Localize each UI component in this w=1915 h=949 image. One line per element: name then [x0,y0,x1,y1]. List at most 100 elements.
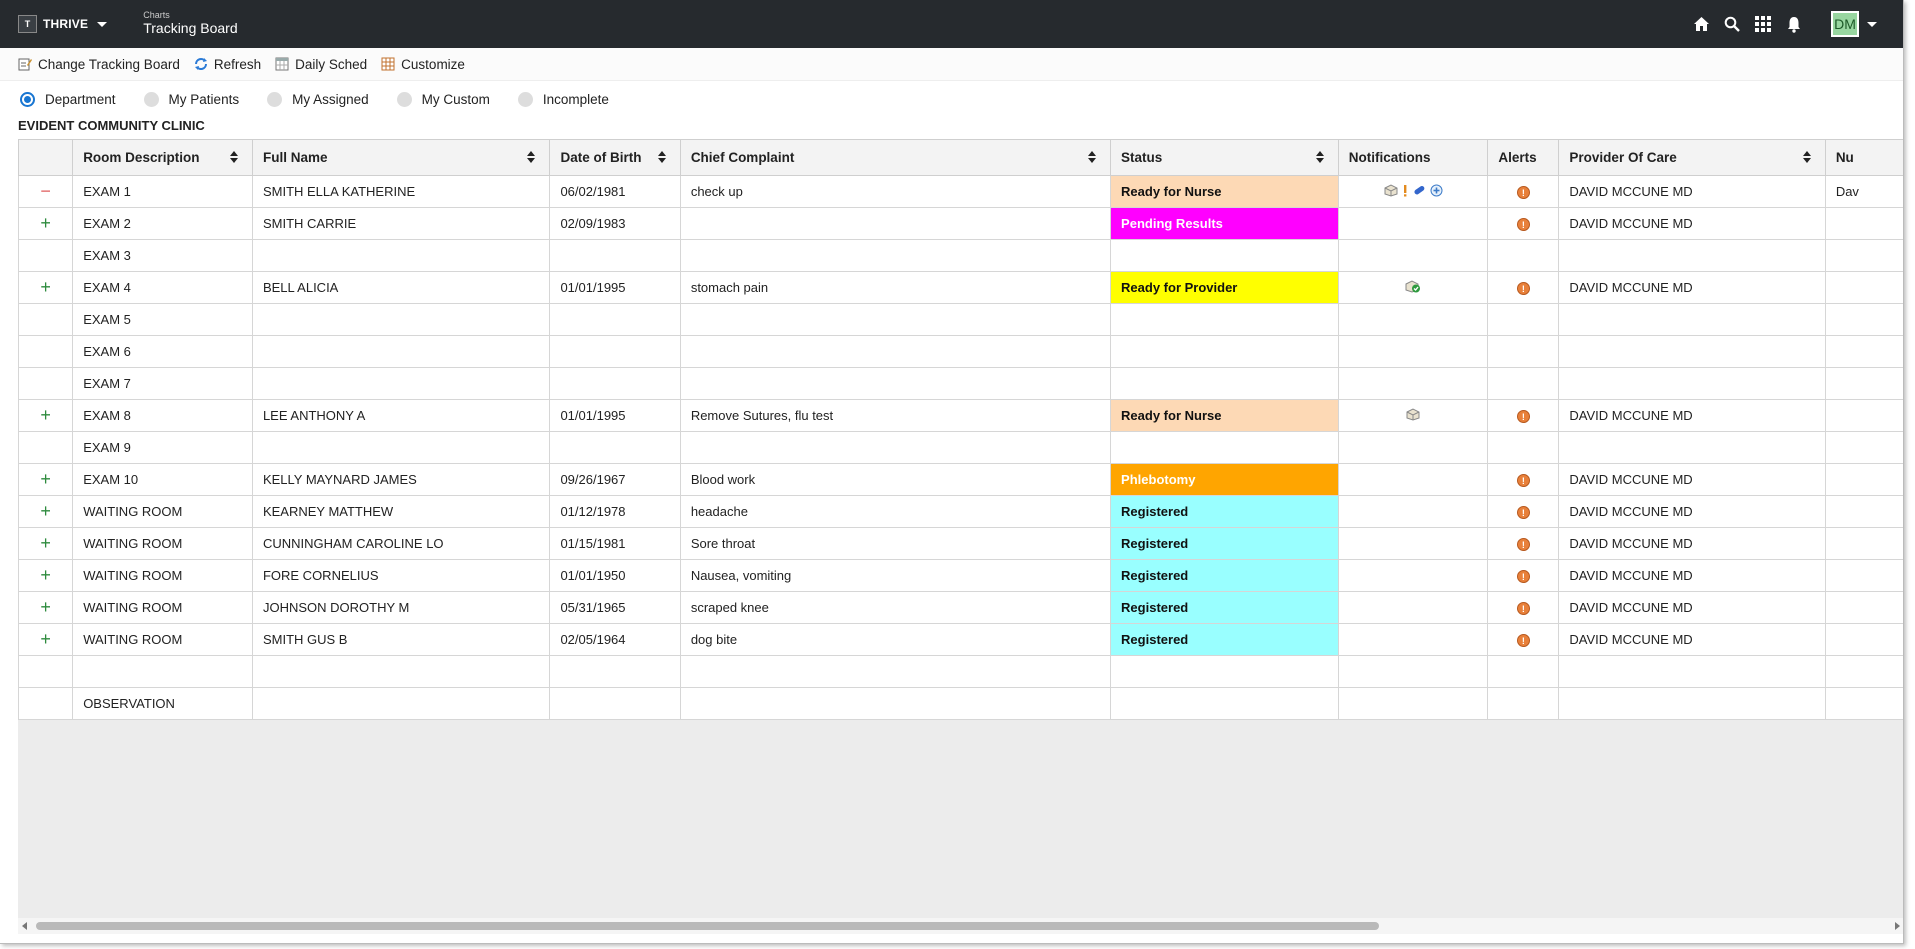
table-row[interactable]: + WAITING ROOM JOHNSON DOROTHY M 05/31/1965… [18,591,1903,624]
expander-cell[interactable]: + [18,559,74,592]
sort-icon[interactable] [657,151,666,163]
alert-icon[interactable]: ! [1516,410,1530,423]
expander-cell[interactable]: + [18,495,74,528]
expand-plus-icon[interactable]: + [40,277,51,297]
scrollbar-thumb[interactable] [36,922,1379,930]
box-icon[interactable] [1406,408,1420,424]
customize-button[interactable]: Customize [381,57,465,72]
expander-cell[interactable]: + [18,463,74,496]
room-cell: EXAM 10 [72,463,253,496]
notifications-cell [1337,687,1489,720]
table-row[interactable]: + WAITING ROOM FORE CORNELIUS 01/01/1950 Nau… [18,559,1903,592]
table-row[interactable]: + EXAM 2 SMITH CARRIE 02/09/1983 Pending Res… [18,207,1903,240]
refresh-button[interactable]: Refresh [194,57,261,72]
provider-cell: DAVID MCCUNE MD [1558,623,1826,656]
expand-plus-icon[interactable]: + [40,469,51,489]
expand-plus-icon[interactable]: + [40,405,51,425]
pill-icon[interactable] [1412,184,1426,200]
provider-cell [1558,431,1826,464]
alert-icon[interactable]: ! [1516,570,1530,583]
column-header-nu[interactable]: Nu [1824,139,1903,176]
table-row[interactable]: EXAM 5 [18,303,1903,336]
column-header-full-name[interactable]: Full Name [251,139,551,176]
filter-radio-my-assigned[interactable]: My Assigned [267,91,369,107]
column-header-alerts[interactable]: Alerts [1487,139,1560,176]
search-icon[interactable] [1721,13,1743,35]
table-row[interactable]: + WAITING ROOM KEARNEY MATTHEW 01/12/1978 he… [18,495,1903,528]
expand-plus-icon[interactable]: + [40,597,51,617]
table-row[interactable]: + EXAM 10 KELLY MAYNARD JAMES 09/26/1967 Blo… [18,463,1903,496]
filter-radio-my-custom[interactable]: My Custom [396,91,490,107]
expander-cell[interactable]: + [18,271,74,304]
alert-icon[interactable]: ! [1516,538,1530,551]
expand-plus-icon[interactable]: + [40,213,51,233]
column-header-room-description[interactable]: Room Description [72,139,253,176]
scroll-right-icon[interactable] [1895,922,1900,930]
scroll-left-icon[interactable] [22,922,27,930]
filter-radio-my-patients[interactable]: My Patients [143,91,239,107]
table-row[interactable]: + EXAM 8 LEE ANTHONY A 01/01/1995 Remove Sut… [18,399,1903,432]
filter-radio-incomplete[interactable]: Incomplete [517,91,609,107]
expand-plus-icon[interactable]: + [40,501,51,521]
expander-cell[interactable]: − [18,175,74,208]
brand-menu[interactable]: T THRIVE [18,15,108,33]
alert-icon[interactable]: ! [1516,506,1530,519]
alert-icon[interactable]: ! [1516,282,1530,295]
plus-circle-icon[interactable] [1430,184,1443,200]
filter-radio-department[interactable]: Department [20,91,116,107]
table-row[interactable]: OBSERVATION [18,687,1903,720]
table-row[interactable]: EXAM 7 [18,367,1903,400]
table-row[interactable]: + WAITING ROOM CUNNINGHAM CAROLINE LO 01/15… [18,527,1903,560]
expander-cell[interactable]: + [18,623,74,656]
column-header-provider-of-care[interactable]: Provider Of Care [1558,139,1826,176]
expander-cell [18,239,74,272]
table-row[interactable]: + WAITING ROOM SMITH GUS B 02/05/1964 dog bi… [18,623,1903,656]
brand-name: THRIVE [43,17,89,31]
table-row[interactable]: EXAM 9 [18,431,1903,464]
expand-plus-icon[interactable]: + [40,533,51,553]
exclaim-icon[interactable] [1402,184,1408,200]
avatar[interactable]: DM [1831,11,1859,37]
table-row[interactable]: EXAM 6 [18,335,1903,368]
sort-icon[interactable] [1802,151,1811,163]
box-icon[interactable] [1384,184,1398,200]
expand-plus-icon[interactable]: + [40,629,51,649]
bell-icon[interactable] [1783,13,1805,35]
table-row[interactable]: − EXAM 1 SMITH ELLA KATHERINE 06/02/1981 che… [18,175,1903,208]
horizontal-scrollbar[interactable] [18,918,1903,934]
expander-cell[interactable]: + [18,207,74,240]
chevron-down-icon[interactable] [1867,21,1877,27]
sort-icon[interactable] [1315,151,1324,163]
change-tracking-board-button[interactable]: Change Tracking Board [18,57,180,72]
table-row[interactable]: EXAM 3 [18,239,1903,272]
check-box-icon[interactable] [1405,280,1421,296]
expander-cell[interactable]: + [18,399,74,432]
column-header-status[interactable]: Status [1110,139,1339,176]
filter-radio-label: My Custom [421,91,490,107]
sort-icon[interactable] [229,151,238,163]
home-icon[interactable] [1690,13,1712,35]
expander-cell[interactable]: + [18,527,74,560]
column-header-chief-complaint[interactable]: Chief Complaint [679,139,1112,176]
expander-cell[interactable]: + [18,591,74,624]
column-header-date-of-birth[interactable]: Date of Birth [549,139,681,176]
complaint-cell: stomach pain [679,271,1112,304]
column-header-notifications[interactable]: Notifications [1337,139,1489,176]
expand-plus-icon[interactable]: + [40,565,51,585]
nu-cell [1824,559,1903,592]
name-cell: JOHNSON DOROTHY M [251,591,551,624]
table-row[interactable]: + EXAM 4 BELL ALICIA 01/01/1995 stomach pain… [18,271,1903,304]
apps-grid-icon[interactable] [1752,13,1774,35]
table-row[interactable] [18,655,1903,688]
alert-icon[interactable]: ! [1516,474,1530,487]
grid-customize-icon [381,57,395,71]
chevron-down-icon [97,21,108,27]
sort-icon[interactable] [527,151,536,163]
daily-sched-button[interactable]: Daily Sched [275,57,367,72]
alert-icon[interactable]: ! [1516,634,1530,647]
sort-icon[interactable] [1088,151,1097,163]
alert-icon[interactable]: ! [1516,218,1530,231]
alert-icon[interactable]: ! [1516,602,1530,615]
alert-icon[interactable]: ! [1516,186,1530,199]
collapse-minus-icon[interactable]: − [40,181,51,201]
